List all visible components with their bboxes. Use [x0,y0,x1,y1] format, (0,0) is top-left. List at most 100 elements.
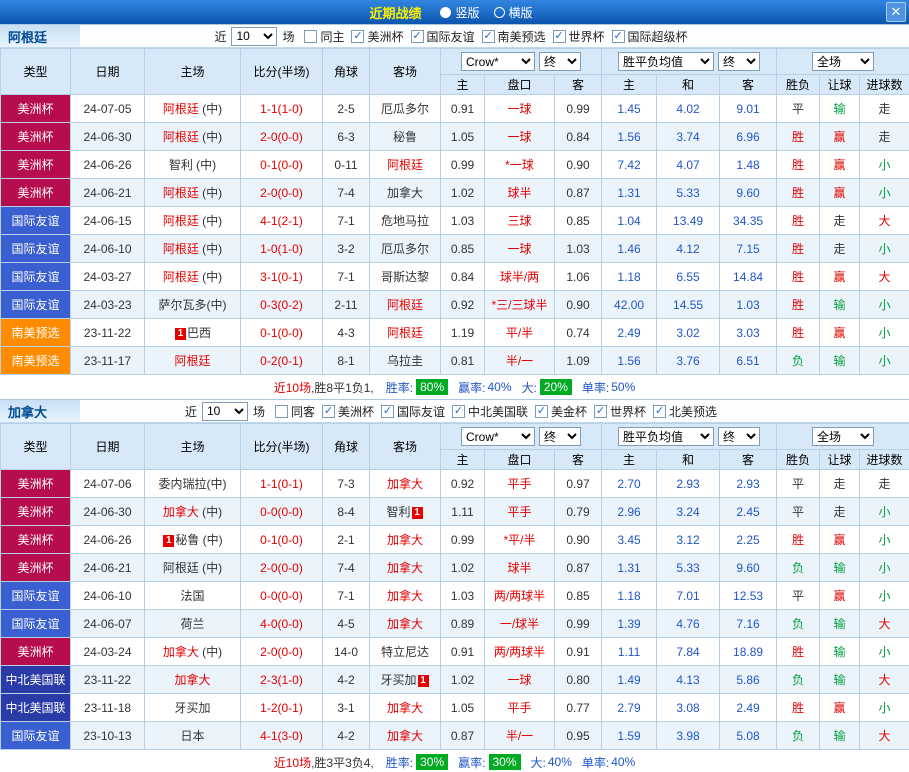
summary-stat-value: 80% [416,379,448,395]
recent-count-select[interactable]: 10 [231,27,277,46]
filter-same-side-checkbox[interactable]: 同主 [304,28,344,45]
date-cell: 24-03-23 [71,291,145,319]
type-cell: 国际友谊 [1,263,71,291]
home-odds-cell: 1.05 [441,694,485,722]
away-odds-cell: 0.85 [555,582,602,610]
handicap-cell: 一球 [485,123,555,151]
avg-away-cell: 6.51 [720,347,777,375]
type-cell: 中北美国联 [1,694,71,722]
filter-competition-checkbox[interactable]: ✓世界杯 [594,403,646,420]
odds-time-select[interactable]: 终 [539,427,581,446]
away-team-cell: 加拿大 [370,694,441,722]
layout-radio-vertical[interactable]: 竖版 [440,4,479,21]
filter-competition-checkbox[interactable]: ✓美洲杯 [351,28,403,45]
goals-result-cell: 小 [860,498,909,526]
avg-home-cell: 1.49 [602,666,657,694]
table-row: 国际友谊24-03-23萨尔瓦多(中)0-3(0-2)2-11阿根廷0.92*三… [1,291,909,319]
filter-competition-checkbox[interactable]: ✓北美预选 [653,403,717,420]
date-cell: 23-11-22 [71,666,145,694]
filter-bar: 近10场同主✓美洲杯✓国际友谊✓南美预选✓世界杯✓国际超级杯 [80,25,819,47]
filter-competition-checkbox[interactable]: ✓国际超级杯 [612,28,688,45]
team-name: 秘鲁 [175,533,199,547]
odds-source-select[interactable]: Crow* [461,52,535,71]
filter-competition-checkbox[interactable]: ✓美金杯 [535,403,587,420]
scope-header: 全场 [777,424,909,450]
avg-odds-select[interactable]: 胜平负均值 [618,52,714,71]
away-team-cell: 智利1 [370,498,441,526]
type-cell: 国际友谊 [1,235,71,263]
avg-draw-cell: 3.12 [657,526,720,554]
scope-select[interactable]: 全场 [812,52,874,71]
score-cell: 4-0(0-0) [241,610,323,638]
away-team-cell: 厄瓜多尔 [370,235,441,263]
avg-odds-select[interactable]: 胜平负均值 [618,427,714,446]
corner-cell: 4-2 [323,722,370,750]
checkbox-label: 北美预选 [669,403,717,420]
date-cell: 24-03-24 [71,638,145,666]
score-cell: 0-3(0-2) [241,291,323,319]
radio-selected-icon [440,7,451,18]
type-cell: 美洲杯 [1,179,71,207]
type-cell: 美洲杯 [1,123,71,151]
filter-competition-checkbox[interactable]: ✓国际友谊 [411,28,475,45]
goals-result-cell: 小 [860,526,909,554]
corner-cell: 0-11 [323,151,370,179]
checkbox-label: 国际友谊 [427,28,475,45]
checkbox-unchecked-icon [275,405,288,418]
avg-time-select[interactable]: 终 [718,427,760,446]
away-odds-cell: 0.91 [555,638,602,666]
scope-select[interactable]: 全场 [812,427,874,446]
filter-competition-checkbox[interactable]: ✓国际友谊 [381,403,445,420]
home-odds-cell: 1.05 [441,123,485,151]
avg-draw-cell: 3.02 [657,319,720,347]
handicap-result-cell: 赢 [820,263,860,291]
filter-competition-checkbox[interactable]: ✓世界杯 [553,28,605,45]
filter-competition-checkbox[interactable]: ✓中北美国联 [452,403,528,420]
handicap-result-cell: 输 [820,95,860,123]
checkbox-label: 同客 [291,403,315,420]
filter-competition-checkbox[interactable]: ✓南美预选 [482,28,546,45]
result-cell: 负 [777,722,820,750]
avg-odds-header: 胜平负均值终 [602,49,777,75]
checkbox-checked-icon: ✓ [612,30,625,43]
corner-cell: 7-1 [323,263,370,291]
filter-competition-checkbox[interactable]: ✓美洲杯 [322,403,374,420]
odds-source-select[interactable]: Crow* [461,427,535,446]
layout-radio-horizontal[interactable]: 横版 [494,4,533,21]
type-cell: 美洲杯 [1,638,71,666]
away-odds-cell: 0.79 [555,498,602,526]
recent-count-select[interactable]: 10 [202,402,248,421]
col-odds-away: 客 [555,75,602,95]
away-team-cell: 特立尼达 [370,638,441,666]
col-avg-away: 客 [720,450,777,470]
home-odds-cell: 1.02 [441,179,485,207]
team-name: 阿根廷 [0,25,80,47]
home-team-cell: 加拿大 [145,666,241,694]
filter-same-side-checkbox[interactable]: 同客 [275,403,315,420]
result-cell: 平 [777,95,820,123]
goals-result-cell: 大 [860,263,909,291]
section-canada: 加拿大 近10场同客✓美洲杯✓国际友谊✓中北美国联✓美金杯✓世界杯✓北美预选 类… [0,399,909,772]
odds-time-select[interactable]: 终 [539,52,581,71]
score-cell: 2-0(0-0) [241,179,323,207]
avg-time-select[interactable]: 终 [718,52,760,71]
score-cell: 2-0(0-0) [241,123,323,151]
result-cell: 胜 [777,319,820,347]
away-odds-cell: 0.90 [555,151,602,179]
goals-result-cell: 走 [860,123,909,151]
home-team-cell: 1秘鲁 (中) [145,526,241,554]
team-name: 危地马拉 [381,214,429,228]
type-cell: 南美预选 [1,347,71,375]
type-cell: 美洲杯 [1,498,71,526]
avg-draw-cell: 4.12 [657,235,720,263]
score-cell: 1-1(1-0) [241,95,323,123]
score-cell: 2-0(0-0) [241,554,323,582]
date-cell: 24-06-21 [71,554,145,582]
matches-table: 类型 日期 主场 比分(半场) 角球 客场 Crow*终 胜平负均值终 全场 主… [0,48,909,375]
avg-draw-cell: 5.33 [657,554,720,582]
score-cell: 4-1(2-1) [241,207,323,235]
corner-cell: 3-1 [323,694,370,722]
table-row: 美洲杯24-06-21阿根廷 (中)2-0(0-0)7-4加拿大1.02球半0.… [1,554,909,582]
close-icon[interactable]: ✕ [886,2,906,22]
table-row: 国际友谊24-06-07荷兰4-0(0-0)4-5加拿大0.89一/球半0.99… [1,610,909,638]
